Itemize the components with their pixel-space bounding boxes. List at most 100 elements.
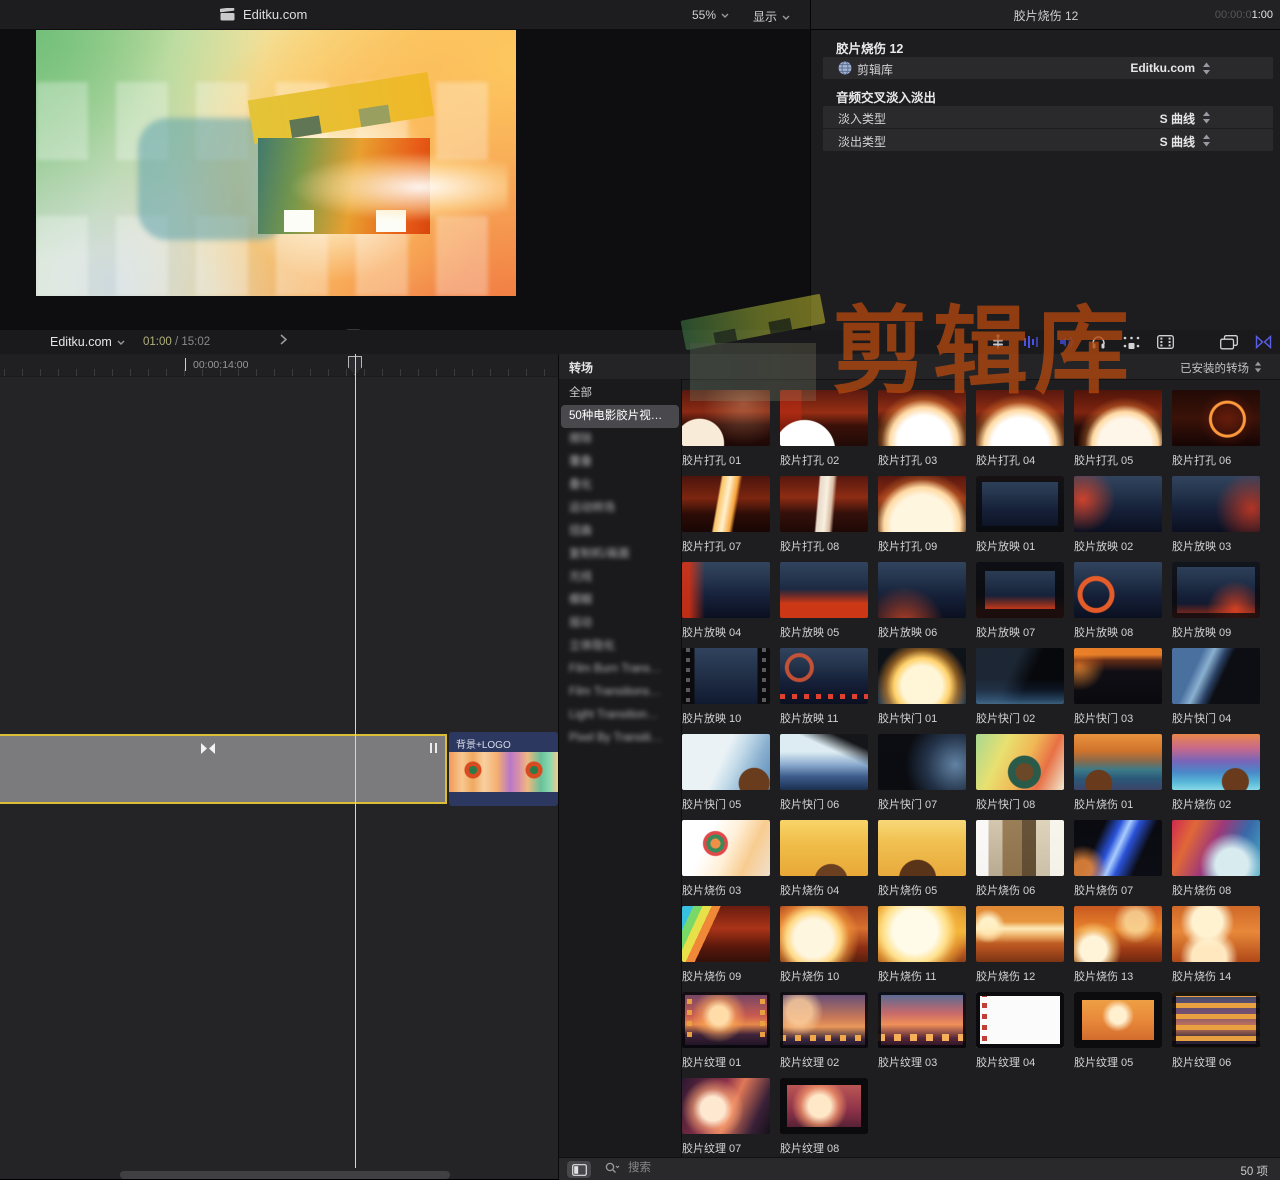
sidebar-category[interactable]: 扭曲: [561, 520, 679, 543]
transition-item[interactable]: 胶片烧伤 02: [1172, 734, 1260, 810]
zoom-select[interactable]: 55%: [692, 8, 729, 22]
transition-item[interactable]: 胶片放映 04: [682, 562, 770, 638]
transition-item[interactable]: 胶片快门 06: [780, 734, 868, 810]
sidebar-category[interactable]: 叠化: [561, 474, 679, 497]
transition-item[interactable]: 胶片打孔 08: [780, 476, 868, 552]
sidebar-category[interactable]: 立体隐化: [561, 635, 679, 658]
ruler-tick: [130, 369, 131, 376]
transition-item[interactable]: 胶片烧伤 03: [682, 820, 770, 896]
transition-item[interactable]: 胶片纹理 07: [682, 1078, 770, 1154]
transition-clip-selected[interactable]: [0, 734, 447, 804]
transition-item[interactable]: 胶片烧伤 07: [1074, 820, 1162, 896]
transition-item[interactable]: 胶片纹理 05: [1074, 992, 1162, 1068]
sidebar-category[interactable]: 光线: [561, 566, 679, 589]
transition-thumbnail: [1074, 390, 1162, 446]
fade-out-row[interactable]: 淡出类型 S 曲线: [823, 129, 1273, 151]
transition-item[interactable]: 胶片纹理 02: [780, 992, 868, 1068]
transition-item[interactable]: 胶片纹理 04: [976, 992, 1064, 1068]
snapping-icon[interactable]: [1123, 335, 1140, 349]
search-field[interactable]: [605, 1161, 830, 1175]
sidebar-category[interactable]: 擦除: [561, 428, 679, 451]
transition-item[interactable]: 胶片快门 07: [878, 734, 966, 810]
transition-item[interactable]: 胶片快门 05: [682, 734, 770, 810]
ruler-tick: [22, 369, 23, 376]
timeline-ruler[interactable]: 00:00:14:00: [0, 354, 558, 377]
transition-item[interactable]: 胶片烧伤 13: [1074, 906, 1162, 982]
transition-item[interactable]: 胶片快门 08: [976, 734, 1064, 810]
transition-item[interactable]: 胶片放映 11: [780, 648, 868, 724]
transition-item[interactable]: 胶片放映 10: [682, 648, 770, 724]
transition-item[interactable]: 胶片烧伤 01: [1074, 734, 1162, 810]
transition-item[interactable]: 胶片打孔 09: [878, 476, 966, 552]
transition-item[interactable]: 胶片烧伤 04: [780, 820, 868, 896]
transition-item[interactable]: 胶片打孔 03: [878, 390, 966, 466]
transitions-browser-icon[interactable]: [1255, 335, 1272, 349]
ruler-tick: [166, 369, 167, 376]
transition-item[interactable]: 胶片纹理 08: [780, 1078, 868, 1154]
skimming-icon[interactable]: [1023, 335, 1041, 349]
transition-item[interactable]: 胶片放映 02: [1074, 476, 1162, 552]
sidebar-category[interactable]: Film Transitions…: [561, 681, 679, 704]
sidebar-toggle-button[interactable]: [567, 1161, 591, 1178]
transition-item[interactable]: 胶片打孔 05: [1074, 390, 1162, 466]
sidebar-category[interactable]: 覆叠: [561, 451, 679, 474]
transition-item[interactable]: 胶片放映 08: [1074, 562, 1162, 638]
transition-item[interactable]: 胶片烧伤 14: [1172, 906, 1260, 982]
search-icon: [605, 1162, 620, 1174]
transition-item[interactable]: 胶片烧伤 11: [878, 906, 966, 982]
sidebar-category[interactable]: 复制机/画面: [561, 543, 679, 566]
project-menu[interactable]: Editku.com: [50, 335, 125, 349]
fade-in-row[interactable]: 淡入类型 S 曲线: [823, 106, 1273, 128]
fade-in-value[interactable]: S 曲线: [1160, 110, 1195, 127]
transition-item[interactable]: 胶片烧伤 06: [976, 820, 1064, 896]
chevron-right-icon[interactable]: [280, 334, 287, 345]
transition-item[interactable]: 胶片烧伤 08: [1172, 820, 1260, 896]
transition-item[interactable]: 胶片放映 03: [1172, 476, 1260, 552]
browser-panels-icon[interactable]: [1220, 335, 1238, 350]
film-icon[interactable]: [1157, 335, 1174, 349]
transition-item[interactable]: 胶片快门 02: [976, 648, 1064, 724]
sidebar-category[interactable]: 全部: [561, 382, 679, 405]
timeline-index-icon[interactable]: [990, 334, 1006, 350]
transition-item[interactable]: 胶片纹理 01: [682, 992, 770, 1068]
headphones-icon[interactable]: [1091, 335, 1106, 350]
transition-thumbnail: [1172, 906, 1260, 962]
sidebar-category[interactable]: Light Transition…: [561, 704, 679, 727]
transition-item[interactable]: 胶片放映 07: [976, 562, 1064, 638]
transition-item[interactable]: 胶片烧伤 09: [682, 906, 770, 982]
transition-item[interactable]: 胶片快门 03: [1074, 648, 1162, 724]
transition-item[interactable]: 胶片放映 06: [878, 562, 966, 638]
sidebar-category[interactable]: 摇动: [561, 612, 679, 635]
transition-item[interactable]: 胶片打孔 02: [780, 390, 868, 466]
sidebar-category[interactable]: 50种电影胶片视…: [561, 405, 679, 428]
transition-item[interactable]: 胶片打孔 01: [682, 390, 770, 466]
library-row[interactable]: 剪辑库 Editku.com: [823, 57, 1273, 79]
display-menu[interactable]: 显示: [753, 8, 790, 25]
transition-item[interactable]: 胶片快门 04: [1172, 648, 1260, 724]
transition-item[interactable]: 胶片纹理 03: [878, 992, 966, 1068]
transition-item[interactable]: 胶片打孔 06: [1172, 390, 1260, 466]
background-logo-clip[interactable]: 背景+LOGO: [449, 732, 558, 806]
sidebar-category[interactable]: Film Burn Trans…: [561, 658, 679, 681]
transition-item[interactable]: 胶片烧伤 05: [878, 820, 966, 896]
search-input[interactable]: [626, 1161, 830, 1175]
library-value[interactable]: Editku.com: [1130, 61, 1195, 75]
sidebar-category[interactable]: Pixel By Transiti…: [561, 727, 679, 750]
audio-skimming-icon[interactable]: [1058, 335, 1074, 349]
transition-item[interactable]: 胶片快门 01: [878, 648, 966, 724]
transition-item[interactable]: 胶片放映 05: [780, 562, 868, 638]
sidebar-category[interactable]: 运动转场: [561, 497, 679, 520]
transition-item[interactable]: 胶片纹理 06: [1172, 992, 1260, 1068]
installed-filter[interactable]: 已安装的转场: [1180, 360, 1262, 376]
transitions-grid: 胶片打孔 01胶片打孔 02胶片打孔 03胶片打孔 04胶片打孔 05胶片打孔 …: [682, 390, 1280, 1154]
transition-item[interactable]: 胶片放映 01: [976, 476, 1064, 552]
transition-item[interactable]: 胶片烧伤 10: [780, 906, 868, 982]
playhead-line[interactable]: [355, 354, 356, 1168]
transition-item[interactable]: 胶片烧伤 12: [976, 906, 1064, 982]
fade-out-value[interactable]: S 曲线: [1160, 133, 1195, 150]
sidebar-category[interactable]: 模糊: [561, 589, 679, 612]
transition-item[interactable]: 胶片打孔 07: [682, 476, 770, 552]
transition-item[interactable]: 胶片放映 09: [1172, 562, 1260, 638]
transition-item[interactable]: 胶片打孔 04: [976, 390, 1064, 466]
timeline-hscrollbar[interactable]: [120, 1171, 450, 1179]
